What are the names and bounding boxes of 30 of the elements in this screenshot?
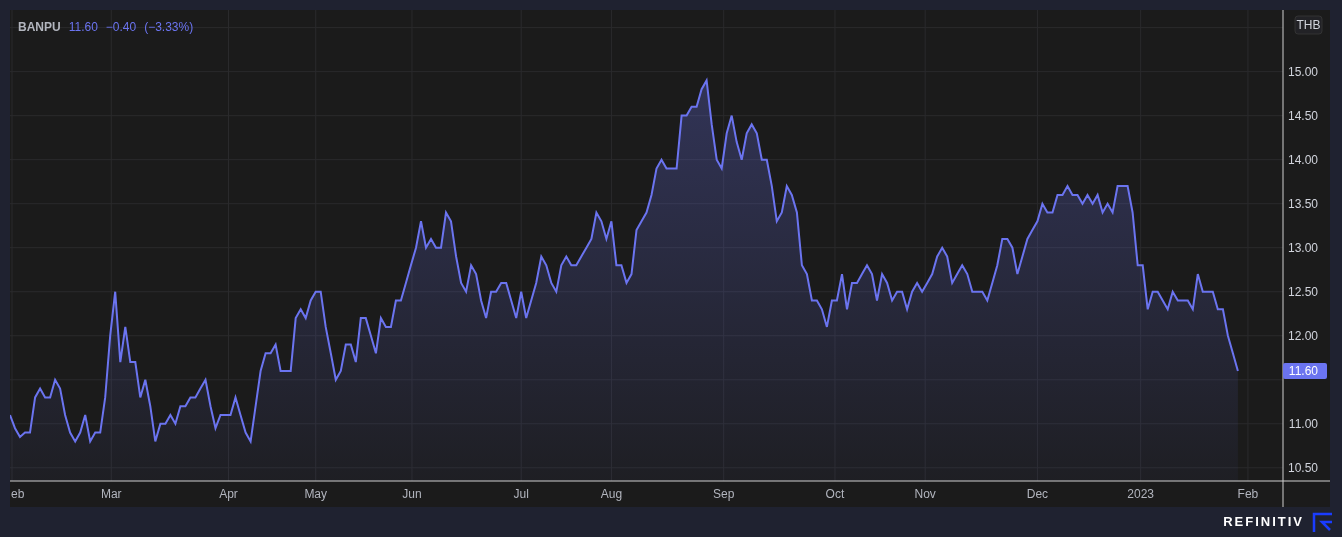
price-badge: 11.60 bbox=[1283, 362, 1327, 379]
axis-label: Apr bbox=[219, 487, 238, 501]
axis-label: eb bbox=[11, 487, 25, 501]
axis-label: Aug bbox=[600, 487, 623, 501]
axis-label: Dec bbox=[1026, 487, 1049, 501]
price-value: 11.60 bbox=[68, 19, 98, 36]
change-percent: (−3.33%) bbox=[144, 19, 194, 36]
axis-label: Jun bbox=[402, 487, 422, 501]
axis-label: Jul bbox=[513, 487, 529, 501]
axis-label: 12.00 bbox=[1287, 328, 1318, 343]
axis-label: May bbox=[304, 487, 328, 501]
symbol-label: BANPU bbox=[18, 19, 61, 36]
axis-label: 11.00 bbox=[1288, 416, 1318, 431]
axis-label: 13.00 bbox=[1287, 240, 1318, 255]
axis-label: 12.50 bbox=[1287, 284, 1318, 299]
axis-label: 2023 bbox=[1127, 487, 1154, 501]
axis-label: Feb bbox=[1237, 487, 1259, 501]
axis-label: 14.00 bbox=[1287, 152, 1318, 167]
axis-label: Mar bbox=[100, 487, 122, 501]
axis-label: 10.50 bbox=[1287, 460, 1318, 475]
axis-label: Sep bbox=[713, 487, 735, 501]
logo-icon bbox=[1312, 512, 1334, 532]
currency-badge[interactable]: THB bbox=[1294, 15, 1323, 35]
axis-label: 13.50 bbox=[1287, 196, 1318, 211]
axis-label: 14.50 bbox=[1287, 108, 1318, 123]
axis-label: Oct bbox=[825, 487, 845, 501]
change-value: −0.40 bbox=[105, 19, 137, 36]
brand-logo-text: REFINITIV bbox=[1223, 513, 1304, 532]
axis-label: 15.00 bbox=[1287, 64, 1318, 79]
axis-label: Nov bbox=[914, 487, 936, 501]
